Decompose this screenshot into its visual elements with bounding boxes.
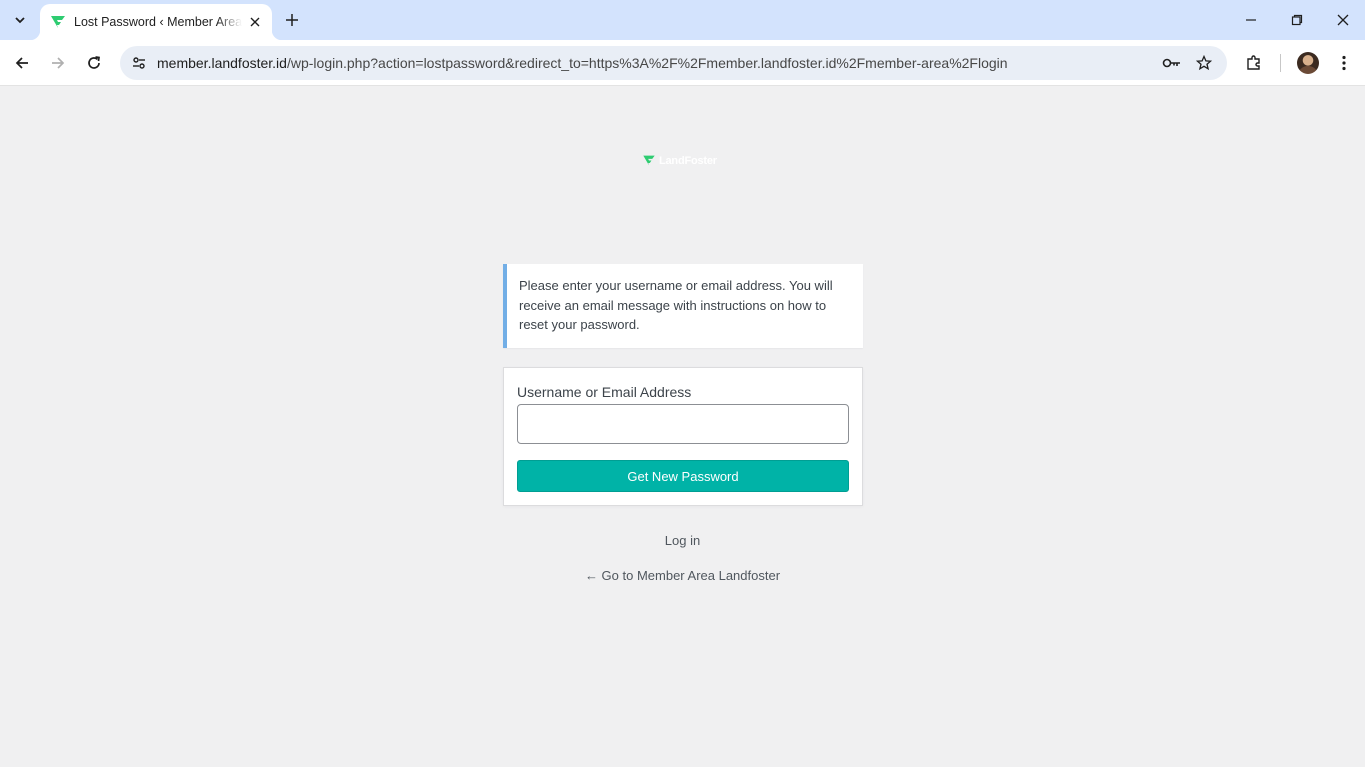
tab-close-icon[interactable] [246, 13, 264, 31]
reload-icon [88, 56, 100, 69]
toolbar-divider [1280, 54, 1281, 72]
plus-icon [286, 14, 298, 26]
profile-avatar[interactable] [1297, 52, 1319, 74]
tab-title: Lost Password ‹ Member Area Landfoster [74, 15, 242, 29]
minimize-icon [1246, 19, 1256, 21]
site-info-button[interactable] [126, 50, 152, 76]
new-tab-button[interactable] [280, 8, 304, 32]
tab-strip: Lost Password ‹ Member Area Landfoster [0, 0, 1365, 40]
address-bar[interactable]: member.landfoster.id/wp-login.php?action… [120, 46, 1227, 80]
notice-message: Please enter your username or email addr… [519, 278, 833, 332]
chevron-down-icon [15, 17, 25, 24]
logo-text: LandFoster [659, 154, 717, 167]
restore-icon [1291, 14, 1303, 26]
landfoster-logo-icon [643, 155, 655, 166]
username-email-input[interactable] [517, 404, 849, 444]
minimize-button[interactable] [1236, 6, 1266, 34]
login-link[interactable]: Log in [0, 533, 1365, 548]
puzzle-icon [1247, 55, 1260, 70]
back-link-text[interactable]: ← Go to Member Area Landfoster [585, 568, 780, 583]
login-link-text[interactable]: Log in [665, 533, 700, 548]
close-icon [1337, 14, 1349, 26]
lost-password-form: Username or Email Address Get New Passwo… [503, 367, 863, 506]
get-new-password-button[interactable]: Get New Password [517, 460, 849, 492]
arrow-left-icon [15, 57, 28, 69]
info-notice: Please enter your username or email addr… [503, 264, 863, 348]
forward-button[interactable] [44, 49, 72, 77]
back-button[interactable] [8, 49, 36, 77]
browser-toolbar: member.landfoster.id/wp-login.php?action… [0, 40, 1365, 86]
url-path: /wp-login.php?action=lostpassword&redire… [286, 55, 1008, 71]
key-icon [1162, 58, 1180, 68]
star-icon [1196, 55, 1212, 71]
browser-tab-active[interactable]: Lost Password ‹ Member Area Landfoster [30, 4, 282, 40]
arrow-right-icon [52, 57, 65, 69]
site-logo[interactable]: LandFoster [642, 154, 717, 167]
url-host: member.landfoster.id [157, 55, 287, 71]
tune-icon [133, 57, 145, 69]
password-key-button[interactable] [1160, 51, 1184, 75]
bookmark-button[interactable] [1192, 51, 1216, 75]
username-label: Username or Email Address [517, 384, 692, 400]
extensions-button[interactable] [1240, 49, 1268, 77]
restore-button[interactable] [1282, 6, 1312, 34]
more-vertical-icon [1342, 55, 1346, 71]
menu-button[interactable] [1330, 49, 1358, 77]
landfoster-favicon-icon [51, 16, 65, 28]
url-text: member.landfoster.id/wp-login.php?action… [157, 55, 1008, 71]
login-page: LandFoster Please enter your username or… [0, 87, 1365, 767]
back-to-site-link[interactable]: ← Go to Member Area Landfoster [0, 568, 1365, 583]
close-window-button[interactable] [1328, 6, 1358, 34]
reload-button[interactable] [80, 49, 108, 77]
